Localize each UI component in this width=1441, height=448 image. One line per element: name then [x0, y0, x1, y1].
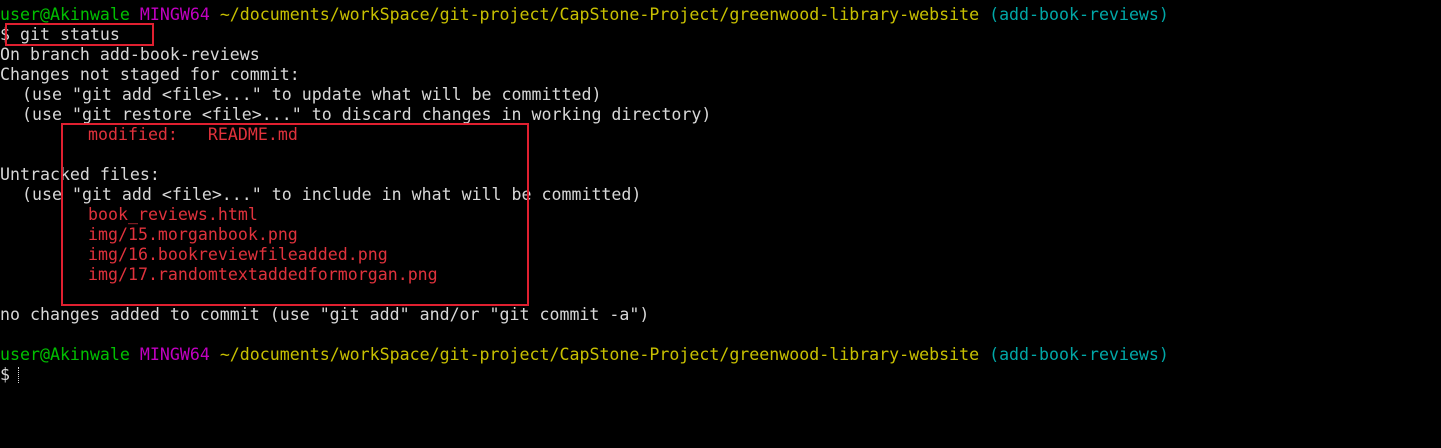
prompt-line: user@Akinwale MINGW64 ~/documents/workSp… [0, 5, 1441, 25]
output-hint-add: (use "git add <file>..." to update what … [22, 85, 602, 104]
untracked-file: img/15.morganbook.png [88, 225, 298, 244]
untracked-file: img/17.randomtextaddedformorgan.png [88, 265, 438, 284]
modified-file: README.md [207, 125, 298, 144]
output-untracked-header: Untracked files: [0, 165, 160, 184]
input-line[interactable]: $ [0, 365, 1441, 385]
command-text: git status [20, 25, 120, 44]
modified-label: modified: [88, 125, 178, 144]
prompt-line: user@Akinwale MINGW64 ~/documents/workSp… [0, 345, 1441, 365]
prompt-path: ~/documents/workSpace/git-project/CapSto… [219, 345, 980, 364]
prompt-path: ~/documents/workSpace/git-project/CapSto… [219, 5, 980, 24]
prompt-user-host: user@Akinwale [0, 345, 130, 364]
prompt-branch: (add-book-reviews) [989, 5, 1169, 24]
prompt-system: MINGW64 [139, 5, 210, 24]
prompt-branch: (add-book-reviews) [989, 345, 1169, 364]
prompt-symbol: $ [0, 25, 10, 44]
text-cursor[interactable] [18, 367, 20, 383]
prompt-system: MINGW64 [139, 345, 210, 364]
output-hint-untracked: (use "git add <file>..." to include in w… [22, 185, 642, 204]
output-on-branch: On branch add-book-reviews [0, 45, 260, 64]
output-hint-restore: (use "git restore <file>..." to discard … [22, 105, 712, 124]
modified-file-line: modified: README.md [0, 125, 1441, 145]
output-not-staged-header: Changes not staged for commit: [0, 65, 300, 84]
prompt-symbol: $ [0, 365, 10, 384]
untracked-file: book_reviews.html [88, 205, 258, 224]
command-line: $ git status [0, 25, 1441, 45]
output-summary: no changes added to commit (use "git add… [0, 305, 650, 324]
terminal-window[interactable]: user@Akinwale MINGW64 ~/documents/workSp… [0, 5, 1441, 385]
prompt-user-host: user@Akinwale [0, 5, 130, 24]
untracked-file: img/16.bookreviewfileadded.png [88, 245, 388, 264]
